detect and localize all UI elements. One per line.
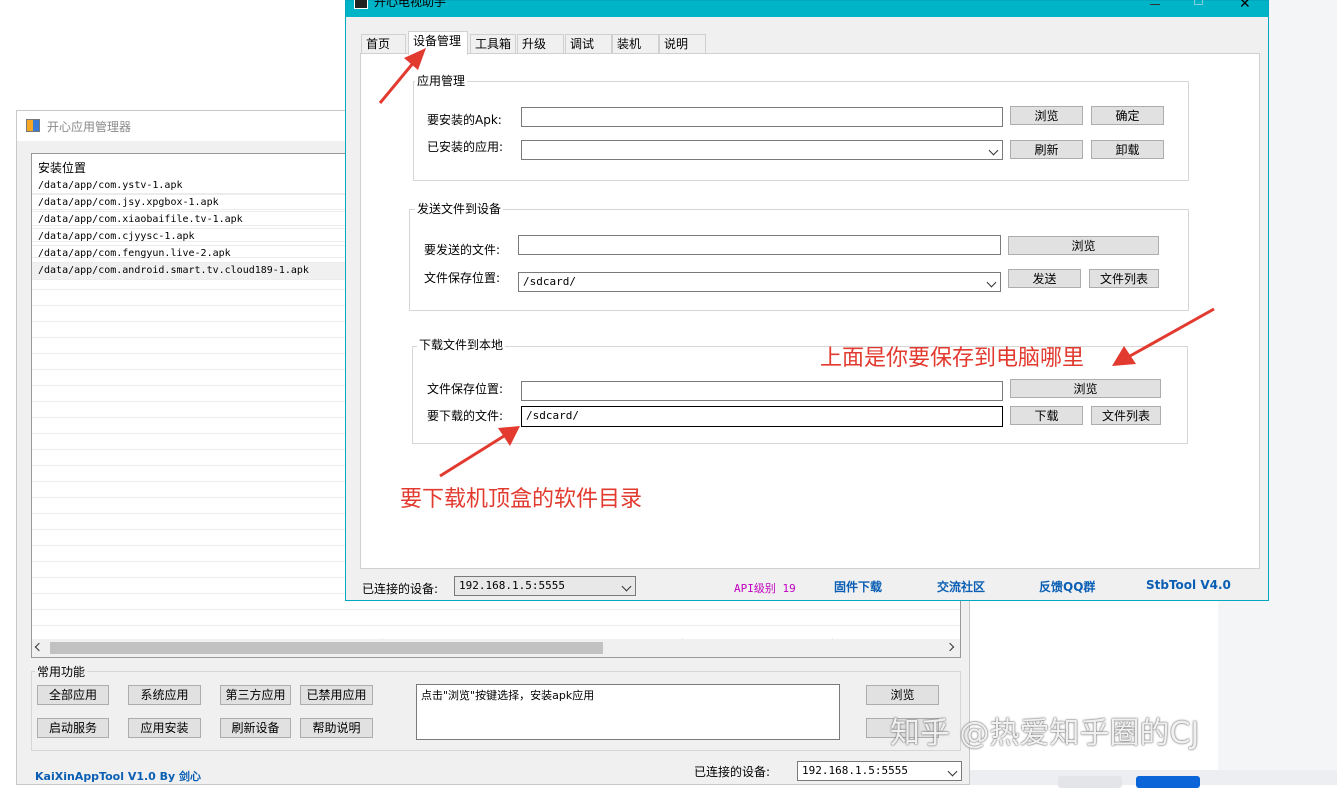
maximize-icon[interactable] xyxy=(1194,0,1203,5)
download-file-input[interactable]: /sdcard/ xyxy=(521,406,1003,427)
apk-confirm-button[interactable]: 确定 xyxy=(1091,106,1164,125)
api-level-label: API级别 19 xyxy=(734,582,796,595)
tab-upgrade[interactable]: 升级 xyxy=(517,34,564,54)
send-file-list-button[interactable]: 文件列表 xyxy=(1089,269,1159,288)
download-save-location-input[interactable] xyxy=(521,381,1003,401)
apk-browse-button[interactable]: 浏览 xyxy=(1010,106,1083,125)
app-management-legend: 应用管理 xyxy=(415,72,468,89)
app-manager-title: 开心应用管理器 xyxy=(47,120,132,134)
apk-input[interactable] xyxy=(521,107,1003,127)
app-icon xyxy=(26,119,40,132)
tab-toolbox[interactable]: 工具箱 xyxy=(470,34,516,54)
send-button[interactable]: 发送 xyxy=(1008,269,1081,288)
send-browse-button[interactable]: 浏览 xyxy=(1008,236,1159,255)
third-party-apps-button[interactable]: 第三方应用 xyxy=(220,685,291,705)
annotation-download-directory: 要下载机顶盒的软件目录 xyxy=(400,487,643,512)
send-file-legend: 发送文件到设备 xyxy=(415,200,504,217)
tab-install[interactable]: 装机 xyxy=(612,34,659,54)
feedback-qq-link[interactable]: 反馈QQ群 xyxy=(1039,578,1095,595)
front-connected-label: 已连接的设备: xyxy=(362,582,439,596)
uninstall-button[interactable]: 卸载 xyxy=(1091,140,1164,159)
send-file-label: 要发送的文件: xyxy=(424,243,501,257)
send-file-input[interactable] xyxy=(518,235,1001,255)
front-connected-device-select[interactable]: 192.168.1.5:5555 xyxy=(454,576,636,596)
download-browse-button[interactable]: 浏览 xyxy=(1010,379,1161,398)
watermark: 知乎 @热爱知乎圈的CJ xyxy=(890,716,1200,751)
community-link[interactable]: 交流社区 xyxy=(937,578,985,595)
all-apps-button[interactable]: 全部应用 xyxy=(37,685,109,705)
help-button[interactable]: 帮助说明 xyxy=(300,718,373,738)
apk-label: 要安装的Apk: xyxy=(427,113,502,127)
minimize-icon[interactable] xyxy=(1150,4,1160,5)
send-file-group xyxy=(409,209,1189,311)
tab-help[interactable]: 说明 xyxy=(659,34,706,54)
version-link[interactable]: StbTool V4.0 xyxy=(1146,578,1231,592)
list-header[interactable]: 安装位置 xyxy=(38,159,86,176)
send-save-location-select[interactable]: /sdcard/ xyxy=(518,272,1001,292)
system-apps-button[interactable]: 系统应用 xyxy=(128,685,201,705)
download-file-legend: 下载文件到本地 xyxy=(417,336,506,353)
tab-home[interactable]: 首页 xyxy=(361,34,406,54)
disabled-apps-button[interactable]: 已禁用应用 xyxy=(300,685,373,705)
scroll-left-icon[interactable] xyxy=(34,642,44,652)
installed-apps-label: 已安装的应用: xyxy=(427,140,504,154)
scroll-right-icon[interactable] xyxy=(945,642,955,652)
close-icon[interactable]: ✕ xyxy=(1239,0,1251,12)
start-service-button[interactable]: 启动服务 xyxy=(37,718,109,738)
tv-assistant-title: 开心电视助手 xyxy=(374,0,447,9)
download-file-label: 要下载的文件: xyxy=(427,409,504,423)
tv-assistant-titlebar: 开心电视助手 ✕ xyxy=(346,0,1268,17)
install-app-button[interactable]: 应用安装 xyxy=(128,718,201,738)
download-button[interactable]: 下载 xyxy=(1010,406,1083,425)
installed-apps-select[interactable] xyxy=(521,140,1003,160)
refresh-button[interactable]: 刷新 xyxy=(1010,140,1083,159)
background-grey-button[interactable] xyxy=(1058,776,1122,788)
send-save-location-label: 文件保存位置: xyxy=(424,271,501,285)
tab-debug[interactable]: 调试 xyxy=(565,34,612,54)
background-blue-button[interactable] xyxy=(1136,776,1200,788)
footer-brand: KaiXinAppTool V1.0 By 剑心 xyxy=(35,770,202,783)
annotation-save-location: 上面是你要保存到电脑哪里 xyxy=(820,346,1085,371)
browse-apk-button[interactable]: 浏览 xyxy=(866,685,939,705)
back-connected-label: 已连接的设备: xyxy=(694,765,771,779)
app-management-group xyxy=(413,81,1189,181)
horizontal-scrollbar[interactable] xyxy=(32,639,960,657)
refresh-device-button[interactable]: 刷新设备 xyxy=(220,718,291,738)
scroll-thumb[interactable] xyxy=(50,642,603,654)
hint-textbox[interactable]: 点击"浏览"按键选择，安装apk应用 xyxy=(416,684,840,740)
back-connected-device-select[interactable]: 192.168.1.5:5555 xyxy=(797,761,962,781)
common-functions-legend: 常用功能 xyxy=(35,663,88,680)
download-file-list-button[interactable]: 文件列表 xyxy=(1091,406,1161,425)
firmware-download-link[interactable]: 固件下载 xyxy=(834,578,882,595)
window-icon xyxy=(354,0,368,9)
tab-device-management[interactable]: 设备管理 xyxy=(408,31,468,55)
download-save-location-label: 文件保存位置: xyxy=(427,382,504,396)
